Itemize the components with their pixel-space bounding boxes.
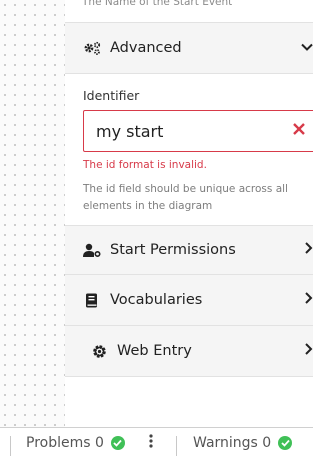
problems-status[interactable]: Problems 0 bbox=[26, 435, 125, 451]
section-web-entry[interactable]: Web Entry bbox=[65, 326, 313, 377]
problems-label: Problems 0 bbox=[26, 435, 104, 451]
chevron-right-icon bbox=[305, 242, 313, 258]
chevron-right-icon bbox=[305, 343, 313, 359]
clear-icon[interactable] bbox=[293, 121, 305, 139]
gear-icon bbox=[90, 343, 108, 359]
vertical-ellipsis-icon bbox=[149, 434, 153, 452]
chevron-right-icon bbox=[305, 292, 313, 308]
user-cog-icon bbox=[83, 242, 101, 258]
section-advanced[interactable]: Advanced bbox=[65, 22, 313, 74]
status-divider bbox=[176, 436, 177, 456]
identifier-error: The id format is invalid. bbox=[83, 159, 207, 171]
identifier-input[interactable]: my start bbox=[83, 110, 313, 152]
warnings-label: Warnings 0 bbox=[193, 435, 272, 451]
section-vocabularies[interactable]: Vocabularies bbox=[65, 275, 313, 326]
book-icon bbox=[83, 292, 101, 308]
section-vocabularies-label: Vocabularies bbox=[110, 292, 203, 308]
section-start-permissions-label: Start Permissions bbox=[110, 242, 236, 258]
check-circle-icon bbox=[278, 436, 293, 450]
properties-panel: The Name of the Start Event Advanced Ide… bbox=[65, 0, 313, 427]
gears-icon bbox=[83, 40, 101, 56]
chevron-down-icon bbox=[301, 41, 313, 56]
more-options-button[interactable] bbox=[149, 434, 153, 452]
identifier-value: my start bbox=[96, 121, 164, 141]
warnings-status[interactable]: Warnings 0 bbox=[193, 435, 293, 451]
section-web-entry-label: Web Entry bbox=[117, 343, 192, 359]
identifier-label: Identifier bbox=[83, 88, 140, 103]
diagram-canvas[interactable] bbox=[0, 0, 66, 427]
status-divider bbox=[10, 436, 11, 456]
section-advanced-label: Advanced bbox=[110, 40, 182, 56]
section-start-permissions[interactable]: Start Permissions bbox=[65, 225, 313, 275]
identifier-help: The id field should be unique across all… bbox=[83, 183, 288, 212]
check-circle-icon bbox=[110, 436, 125, 450]
name-field-hint: The Name of the Start Event bbox=[82, 0, 233, 8]
